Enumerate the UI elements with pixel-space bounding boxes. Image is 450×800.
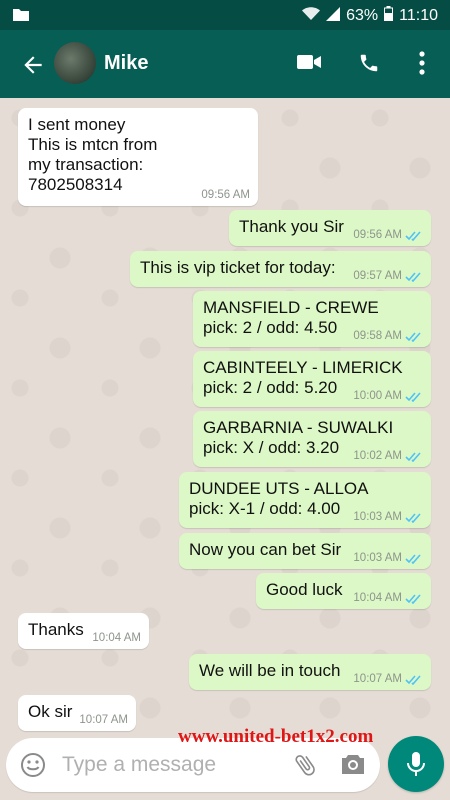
read-receipt-icon	[405, 674, 423, 685]
chat-area[interactable]: I sent money This is mtcn from my transa…	[0, 98, 450, 731]
message-bubble[interactable]: Now you can bet Sir 10:03 AM	[179, 533, 431, 569]
emoji-icon[interactable]	[20, 752, 46, 783]
message-bubble[interactable]: DUNDEE UTS - ALLOA pick: X-1 / odd: 4.00…	[179, 472, 431, 528]
back-arrow-icon[interactable]	[20, 52, 46, 78]
message-bubble[interactable]: GARBARNIA - SUWALKI pick: X / odd: 3.20 …	[193, 411, 431, 467]
message-bubble[interactable]: Thanks 10:04 AM	[18, 613, 149, 649]
read-receipt-icon	[405, 512, 423, 523]
message-bubble[interactable]: MANSFIELD - CREWE pick: 2 / odd: 4.50 09…	[193, 291, 431, 347]
read-receipt-icon	[405, 593, 423, 604]
message-time: 10:07 AM	[353, 673, 402, 685]
message-time: 10:04 AM	[92, 632, 141, 644]
message-time: 09:57 AM	[353, 270, 402, 282]
message-bubble[interactable]: Thank you Sir 09:56 AM	[229, 210, 431, 246]
read-receipt-icon	[405, 331, 423, 342]
battery-percentage: 63%	[346, 7, 379, 24]
message-time: 09:56 AM	[353, 229, 402, 241]
clock: 11:10	[399, 7, 438, 24]
message-bubble[interactable]: CABINTEELY - LIMERICK pick: 2 / odd: 5.2…	[193, 351, 431, 407]
message-bubble[interactable]: I sent money This is mtcn from my transa…	[18, 108, 258, 206]
watermark: www.united-bet1x2.com	[178, 726, 374, 747]
read-receipt-icon	[405, 553, 423, 564]
message-text: I sent money This is mtcn from my transa…	[28, 115, 158, 194]
message-time: 10:07 AM	[79, 714, 128, 726]
message-time: 10:03 AM	[353, 511, 402, 523]
signal-icon	[326, 6, 341, 26]
message-time: 09:56 AM	[201, 189, 250, 201]
status-bar: 63% 11:10	[0, 0, 450, 30]
read-receipt-icon	[405, 391, 423, 402]
message-bubble[interactable]: We will be in touch 10:07 AM	[189, 654, 431, 690]
message-bubble[interactable]: Good luck 10:04 AM	[256, 573, 431, 609]
attach-icon[interactable]	[292, 752, 318, 783]
message-input-placeholder: Type a message	[62, 753, 217, 776]
more-options-icon[interactable]	[418, 50, 426, 81]
message-time: 10:04 AM	[353, 592, 402, 604]
avatar[interactable]	[54, 42, 96, 84]
message-time: 10:03 AM	[353, 552, 402, 564]
battery-icon	[384, 6, 394, 26]
read-receipt-icon	[405, 230, 423, 241]
wifi-icon	[302, 6, 321, 26]
read-receipt-icon	[405, 271, 423, 282]
camera-icon[interactable]	[340, 752, 366, 781]
message-bubble[interactable]: Ok sir 10:07 AM	[18, 695, 136, 731]
microphone-icon	[407, 752, 425, 776]
video-call-icon[interactable]	[296, 52, 322, 77]
chat-header: Mike	[0, 30, 450, 98]
folder-icon	[12, 7, 30, 27]
message-time: 10:02 AM	[353, 450, 402, 462]
message-bubble[interactable]: This is vip ticket for today: 09:57 AM	[130, 251, 431, 287]
message-time: 10:00 AM	[353, 390, 402, 402]
phone-icon[interactable]	[358, 52, 380, 79]
message-time: 09:58 AM	[353, 330, 402, 342]
voice-message-button[interactable]	[388, 736, 444, 792]
contact-name[interactable]: Mike	[104, 52, 148, 75]
read-receipt-icon	[405, 451, 423, 462]
